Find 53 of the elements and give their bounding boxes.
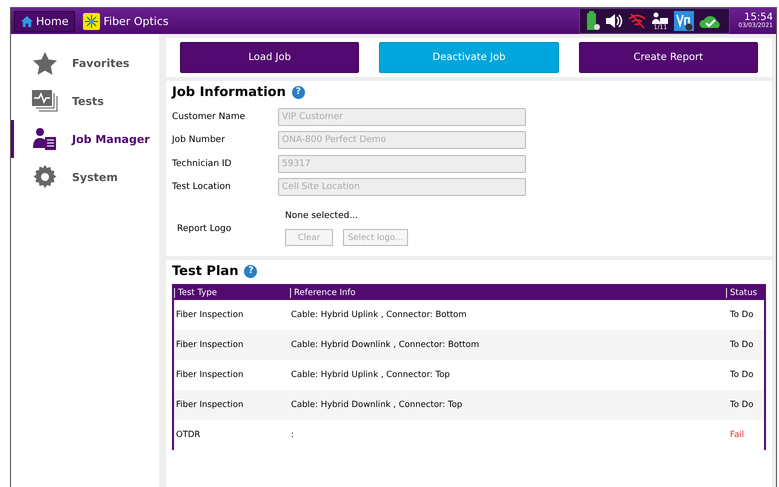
table-cell-text: OTDR [176,430,202,440]
table-cell-text: : [290,430,295,440]
sidebar-item[interactable]: Job Manager [11,120,159,158]
table-row[interactable]: Fiber Inspection Cable: Hybrid Uplink , Connector: Top To Do [174,360,764,390]
status-cell-text: Fail [730,430,746,440]
help-icon[interactable]: ? [292,86,305,99]
table-row[interactable]: Fiber Inspection Cable: Hybrid Uplink , Connector: Bottom To Do [174,300,764,330]
action-button[interactable]: Load Job [180,42,360,73]
table-row[interactable]: Fiber Inspection Cable: Hybrid Downlink , Connector: Top To Do [174,390,764,420]
sidebar-item[interactable]: System [11,158,159,196]
table-cell-text: Cable: Hybrid Downlink , Connector: Bottom [290,340,480,350]
table-cell-text: Cable: Hybrid Uplink , Connector: Top [290,370,451,380]
vnc-icon [674,11,694,31]
app-title: Fiber Optics [103,14,169,28]
pulse-monitor-icon [32,90,58,112]
status-cell-text: To Do [730,310,754,320]
speaker-icon [605,13,624,29]
home-button[interactable]: Home [14,10,76,32]
section-title: Test Plan [172,264,238,279]
table-cell-text: Fiber Inspection [176,370,244,380]
status-cell-text: To Do [730,400,754,410]
column-header[interactable]: Status [726,288,764,298]
field-label: Customer Name [172,112,246,122]
sidebar-item[interactable]: Tests [11,82,159,120]
field-label: Report Logo [176,224,232,234]
battery-icon [586,11,600,31]
field-label: Job Number [172,135,226,146]
sidebar-item[interactable]: Favorites [11,44,159,82]
table-cell-text: Fiber Inspection [176,310,244,320]
fiber-optic-icon [83,12,100,30]
person-document-icon [33,128,57,150]
field-label: Technician ID [172,158,232,169]
user-terminal-icon [651,12,670,24]
status-cell-text: To Do [730,370,754,380]
table-cell-text: Cable: Hybrid Uplink , Connector: Bottom [290,310,468,320]
table-cell-text: Cable: Hybrid Downlink , Connector: Top [290,400,464,410]
clock-time: 15:54 [744,12,773,24]
column-header[interactable]: Test Type [174,288,290,298]
logo-status: None selected... [285,211,359,221]
gear-icon [33,165,57,189]
section-title: Job Information [172,85,286,100]
star-icon [33,52,57,74]
table-cell-text: Fiber Inspection [176,400,244,410]
table-row[interactable]: Fiber Inspection Cable: Hybrid Downlink , Connector: Bottom To Do [174,330,764,360]
home-icon [21,16,33,26]
help-icon[interactable]: ? [244,265,258,278]
status-cell-text: To Do [730,340,754,350]
field-label: Test Location [172,182,232,192]
table-row[interactable]: OTDR : Fail [174,420,764,450]
table-cell-text: Fiber Inspection [176,340,244,350]
wifi-off-icon [628,13,646,29]
action-button[interactable]: Create Report [578,42,758,73]
column-header[interactable]: Reference Info [290,288,726,298]
